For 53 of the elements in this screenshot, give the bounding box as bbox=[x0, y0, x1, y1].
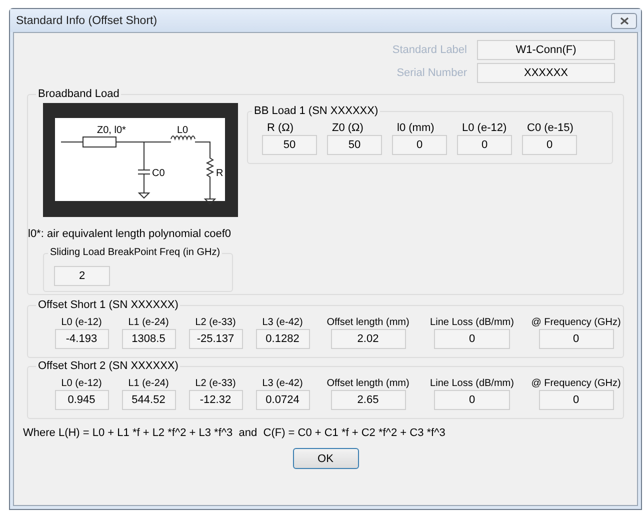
field-label: L0 (e-12) bbox=[61, 378, 102, 389]
text-field[interactable]: 0.945 bbox=[54, 390, 108, 410]
text-field[interactable]: 0 bbox=[457, 135, 512, 155]
formula-text: Where L(H) = L0 + L1 *f + L2 *f^2 + L3 *f^3 and C(F) = C0 + C1 *f + C2 *f^2 + C3 *f^3 bbox=[23, 427, 446, 439]
group-title: Offset Short 1 (SN XXXXXX) bbox=[36, 299, 180, 311]
group-title: Broadband Load bbox=[36, 88, 122, 100]
text-field[interactable]: -12.32 bbox=[188, 390, 242, 410]
field-label: Standard Label bbox=[392, 44, 467, 56]
window-title: Standard Info (Offset Short) bbox=[16, 14, 158, 26]
text-field[interactable]: 2.65 bbox=[330, 390, 406, 410]
text-field[interactable]: 0.1282 bbox=[256, 329, 310, 349]
text-field[interactable]: 2.02 bbox=[330, 329, 406, 349]
field-label: @ Frequency (GHz) bbox=[531, 317, 621, 328]
field-label: L0 (e-12) bbox=[61, 317, 102, 328]
text-field[interactable]: -4.193 bbox=[54, 329, 108, 349]
text-field[interactable]: 0 bbox=[434, 329, 510, 349]
text-field[interactable]: 0 bbox=[538, 390, 614, 410]
field-label: L2 (e-33) bbox=[195, 317, 236, 328]
field-label: Line Loss (dB/mm) bbox=[430, 317, 514, 328]
field-label: @ Frequency (GHz) bbox=[531, 378, 621, 389]
note-text: l0*: air equivalent length polynomial coef0 bbox=[28, 228, 232, 240]
ok-button[interactable]: OK bbox=[292, 448, 358, 469]
field-label: l0 (mm) bbox=[396, 122, 434, 134]
field-label: Line Loss (dB/mm) bbox=[430, 378, 514, 389]
text-field[interactable]: 2 bbox=[54, 266, 110, 286]
text-field[interactable]: 0 bbox=[522, 135, 577, 155]
field-label: Offset length (mm) bbox=[326, 317, 410, 328]
close-button[interactable] bbox=[611, 12, 637, 28]
field-label: L1 (e-24) bbox=[128, 378, 169, 389]
text-field[interactable]: 1308.5 bbox=[122, 329, 176, 349]
field-label: R (Ω) bbox=[266, 122, 294, 134]
field-label: L0 (e-12) bbox=[461, 122, 507, 134]
field-label: C0 (e-15) bbox=[526, 122, 574, 134]
field-label: L3 (e-42) bbox=[262, 378, 303, 389]
text-field[interactable]: 0 bbox=[434, 390, 510, 410]
text-field[interactable]: 0 bbox=[538, 329, 614, 349]
field-label: L1 (e-24) bbox=[128, 317, 169, 328]
field-label: Serial Number bbox=[396, 67, 467, 79]
text-field[interactable]: -25.137 bbox=[188, 329, 242, 349]
text-field[interactable]: 0.0724 bbox=[256, 390, 310, 410]
text-field[interactable]: 544.52 bbox=[122, 390, 176, 410]
circuit-diagram: Z0, l0* L0 C0 R bbox=[43, 103, 238, 217]
text-field[interactable]: 0 bbox=[392, 135, 447, 155]
field-label: L3 (e-42) bbox=[262, 317, 303, 328]
group-title: BB Load 1 (SN XXXXXX) bbox=[252, 105, 380, 117]
group-title: Offset Short 2 (SN XXXXXX) bbox=[36, 360, 180, 372]
field-label: Offset length (mm) bbox=[326, 378, 410, 389]
field-label: Z0 (Ω) bbox=[331, 122, 364, 134]
close-icon bbox=[620, 16, 628, 24]
text-field[interactable]: 50 bbox=[327, 135, 382, 155]
group-title: Sliding Load BreakPoint Freq (in GHz) bbox=[48, 247, 222, 258]
text-field[interactable]: 50 bbox=[262, 135, 317, 155]
field-label: L2 (e-33) bbox=[195, 378, 236, 389]
